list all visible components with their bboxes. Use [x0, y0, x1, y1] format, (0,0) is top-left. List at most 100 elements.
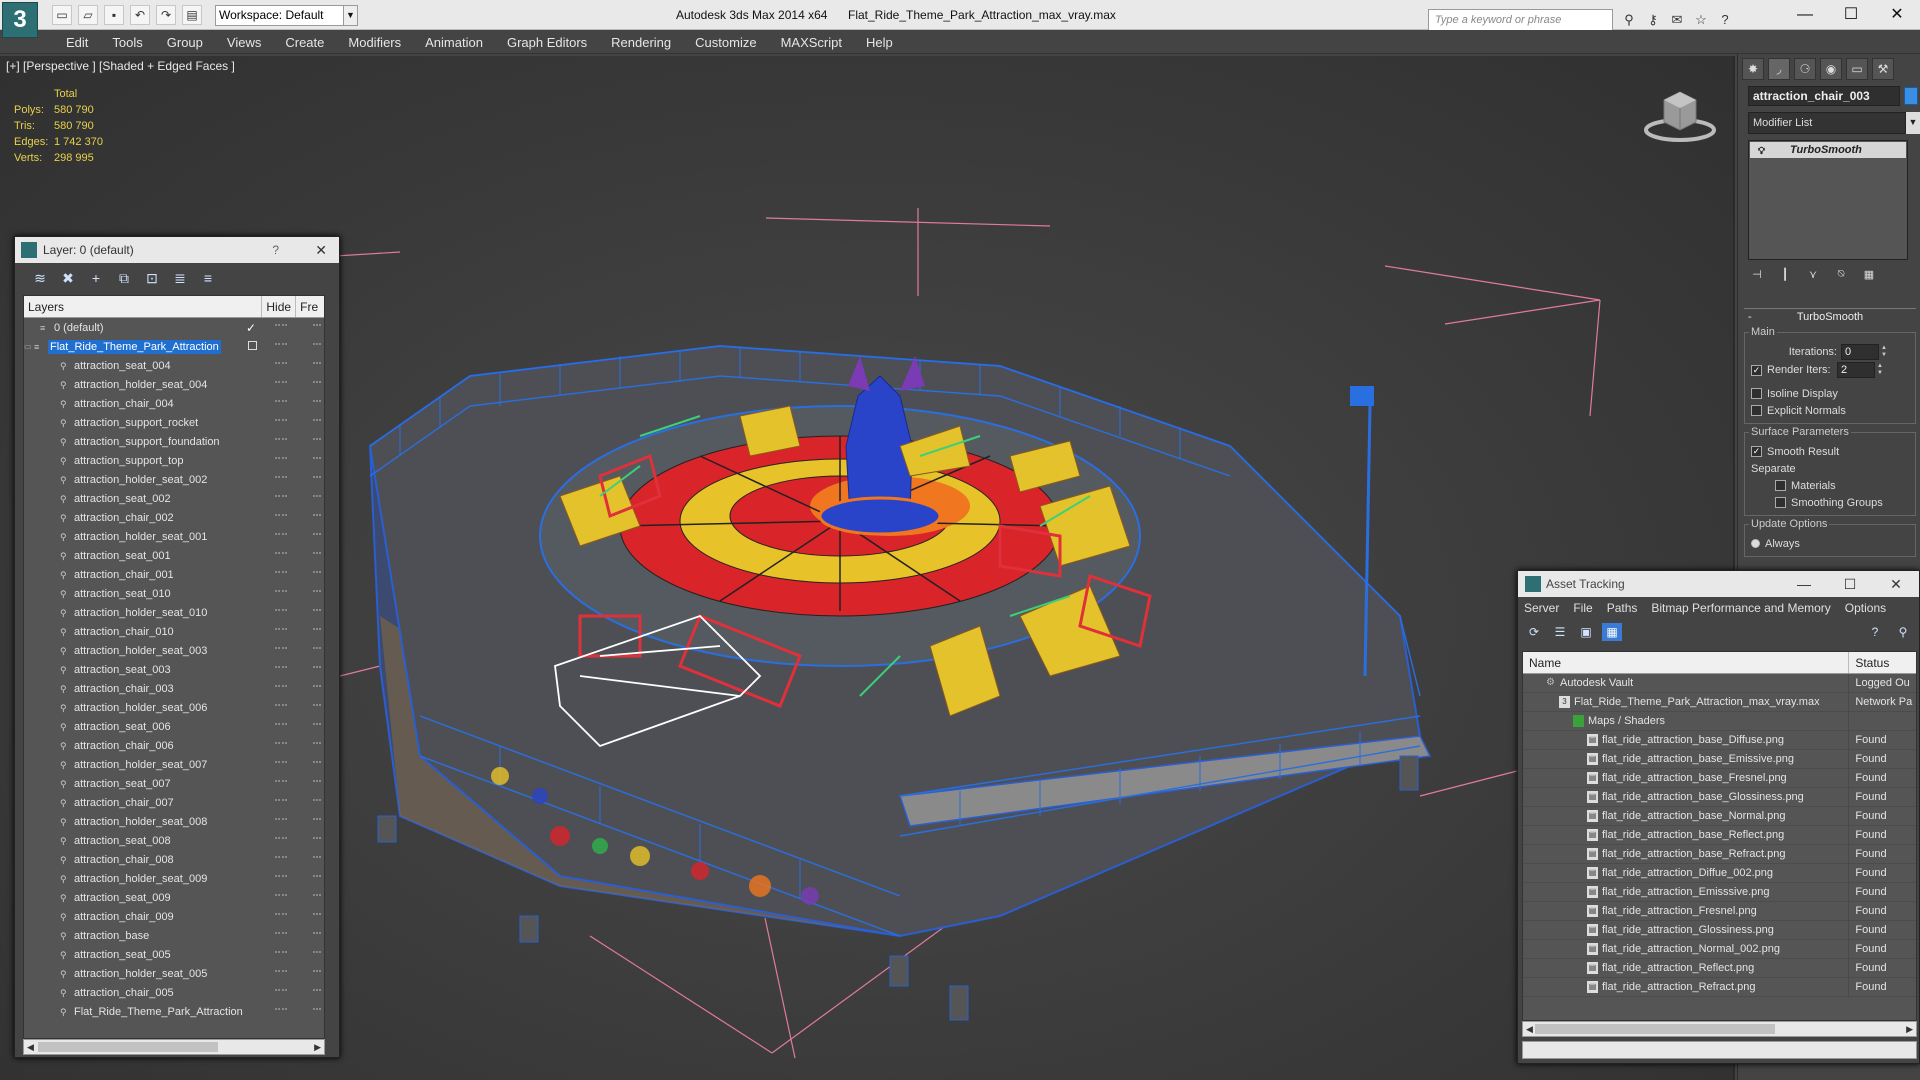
create-tab-icon[interactable]: ✸ [1742, 58, 1764, 80]
minimize-button[interactable]: — [1781, 571, 1827, 597]
hide-toggle[interactable] [275, 970, 287, 973]
layer-row[interactable]: ⚲ attraction_seat_002 [24, 489, 324, 508]
hide-toggle[interactable] [275, 818, 287, 821]
column-hide[interactable]: Hide [262, 296, 297, 317]
viewport-label[interactable]: [+] [Perspective ] [Shaded + Edged Faces… [6, 59, 235, 73]
hide-toggle[interactable] [275, 704, 287, 707]
layer-row[interactable]: ⚲ attraction_chair_001 [24, 565, 324, 584]
layer-row[interactable]: ⚲ attraction_support_rocket [24, 413, 324, 432]
menu-maxscript[interactable]: MAXScript [769, 30, 854, 54]
freeze-toggle[interactable] [313, 457, 321, 460]
undo-icon[interactable]: ↶ [130, 5, 150, 25]
table-row[interactable]: ▤ flat_ride_attraction_Reflect.png Found [1523, 958, 1916, 978]
table-row[interactable]: ▤ flat_ride_attraction_Normal_002.png Foun… [1523, 939, 1916, 959]
freeze-toggle[interactable] [313, 495, 321, 498]
close-icon[interactable]: ✕ [315, 237, 327, 263]
menu-modifiers[interactable]: Modifiers [336, 30, 413, 54]
layer-row[interactable]: ▭ ≡ Flat_Ride_Theme_Park_Attraction [24, 337, 324, 356]
freeze-toggle[interactable] [313, 742, 321, 745]
layer-row[interactable]: ⚲ attraction_seat_008 [24, 831, 324, 850]
layer-row[interactable]: ⚲ attraction_chair_010 [24, 622, 324, 641]
layer-row[interactable]: ⚲ attraction_chair_006 [24, 736, 324, 755]
hide-toggle[interactable] [275, 514, 287, 517]
table-row[interactable]: ▤ flat_ride_attraction_Glossiness.png Foun… [1523, 920, 1916, 940]
layer-list[interactable]: Layers Hide Fre ≡ 0 (default) ✓ ▭ ≡ Flat_Ride… [23, 295, 325, 1039]
render-iters-spinner[interactable]: 2 [1837, 362, 1875, 378]
freeze-toggle[interactable] [313, 932, 321, 935]
hide-toggle[interactable] [275, 837, 287, 840]
lightbulb-icon[interactable]: 💡︎ [1758, 144, 1765, 160]
make-unique-icon[interactable]: ⋎ [1806, 268, 1820, 284]
menu-edit[interactable]: Edit [54, 30, 100, 54]
table-row[interactable]: ▤ flat_ride_attraction_Diffue_002.png Foun… [1523, 863, 1916, 883]
layer-row[interactable]: ⚲ attraction_holder_seat_001 [24, 527, 324, 546]
layer-row[interactable]: ⚲ attraction_seat_001 [24, 546, 324, 565]
table-row[interactable]: ▤ flat_ride_attraction_base_Glossiness.pn… [1523, 787, 1916, 807]
layer-row[interactable]: ⚲ attraction_seat_010 [24, 584, 324, 603]
hide-toggle[interactable] [275, 400, 287, 403]
hide-toggle[interactable] [275, 913, 287, 916]
new-file-icon[interactable]: ▭ [52, 5, 72, 25]
hide-toggle[interactable] [275, 1008, 287, 1011]
maximize-button[interactable]: ☐ [1828, 0, 1874, 30]
scroll-left-icon[interactable]: ◀ [1526, 1022, 1533, 1036]
menu-options[interactable]: Options [1845, 597, 1886, 619]
freeze-toggle[interactable] [313, 400, 321, 403]
close-button[interactable]: ✕ [1873, 571, 1919, 597]
freeze-toggle[interactable] [313, 723, 321, 726]
save-icon[interactable]: ▪ [104, 5, 124, 25]
asset-tracking-window[interactable]: Asset Tracking — ☐ ✕ Server File Paths B… [1517, 570, 1920, 1064]
workspace-select[interactable]: Workspace: Default [215, 5, 358, 26]
scroll-right-icon[interactable]: ▶ [1906, 1022, 1913, 1036]
layer-row[interactable]: ⚲ attraction_support_top [24, 451, 324, 470]
hide-toggle[interactable] [275, 628, 287, 631]
layer-row[interactable]: ⚲ attraction_seat_006 [24, 717, 324, 736]
menu-graph-editors[interactable]: Graph Editors [495, 30, 599, 54]
project-folder-icon[interactable]: ▤ [182, 5, 202, 25]
layer-options-icon[interactable]: ≡ [199, 269, 217, 287]
layer-sort-icon[interactable]: ≋ [31, 269, 49, 287]
freeze-toggle[interactable] [313, 571, 321, 574]
scrollbar-thumb[interactable] [38, 1042, 218, 1052]
close-button[interactable]: ✕ [1874, 0, 1920, 30]
hide-toggle[interactable] [275, 343, 287, 346]
menu-file[interactable]: File [1573, 597, 1592, 619]
menu-bitmap-performance[interactable]: Bitmap Performance and Memory [1651, 597, 1830, 619]
freeze-toggle[interactable] [313, 913, 321, 916]
freeze-toggle[interactable] [313, 647, 321, 650]
table-row[interactable]: ▤ flat_ride_attraction_Emisssive.png Found [1523, 882, 1916, 902]
menu-paths[interactable]: Paths [1607, 597, 1638, 619]
layer-row[interactable]: ⚲ attraction_holder_seat_008 [24, 812, 324, 831]
freeze-toggle[interactable] [313, 989, 321, 992]
layer-row[interactable]: ⚲ attraction_holder_seat_009 [24, 869, 324, 888]
column-name[interactable]: Name [1523, 652, 1850, 673]
layer-row[interactable]: ⚲ attraction_base [24, 926, 324, 945]
layer-row[interactable]: ⚲ attraction_chair_005 [24, 983, 324, 1002]
freeze-toggle[interactable] [313, 704, 321, 707]
scroll-right-icon[interactable]: ▶ [314, 1040, 321, 1054]
hide-toggle[interactable] [275, 761, 287, 764]
modifier-stack[interactable]: 💡︎ TurboSmooth [1748, 140, 1908, 260]
always-radio[interactable] [1751, 539, 1760, 548]
pin-stack-icon[interactable]: ⊣ [1750, 268, 1764, 284]
table-row[interactable]: ▤ flat_ride_attraction_base_Emissive.png F… [1523, 749, 1916, 769]
layer-row[interactable]: ⚲ attraction_chair_007 [24, 793, 324, 812]
scrollbar-thumb[interactable] [1535, 1024, 1775, 1034]
hierarchy-tab-icon[interactable]: ⚆ [1794, 58, 1816, 80]
layer-explorer-panel[interactable]: Layer: 0 (default) ? ✕ ≋ ✖ + ⧉ ⊡ ≣ ≡ Lay… [14, 236, 340, 1058]
menu-customize[interactable]: Customize [683, 30, 768, 54]
set-current-layer-icon[interactable]: ≣ [171, 269, 189, 287]
layer-row[interactable]: ⚲ attraction_seat_003 [24, 660, 324, 679]
horizontal-scrollbar[interactable]: ◀ ▶ [1522, 1021, 1917, 1037]
layer-row[interactable]: ⚲ attraction_chair_008 [24, 850, 324, 869]
freeze-toggle[interactable] [313, 970, 321, 973]
asset-table[interactable]: Name Status ⚙ Autodesk Vault Logged Ou 3… [1522, 651, 1917, 1021]
hide-toggle[interactable] [275, 609, 287, 612]
freeze-toggle[interactable] [313, 476, 321, 479]
table-row[interactable]: ▤ flat_ride_attraction_base_Diffuse.png Fo… [1523, 730, 1916, 750]
layer-row[interactable]: ⚲ attraction_seat_005 [24, 945, 324, 964]
freeze-toggle[interactable] [313, 438, 321, 441]
table-row[interactable]: ▤ flat_ride_attraction_base_Refract.png Fo… [1523, 844, 1916, 864]
freeze-toggle[interactable] [313, 875, 321, 878]
smoothing-groups-checkbox[interactable] [1775, 497, 1786, 508]
